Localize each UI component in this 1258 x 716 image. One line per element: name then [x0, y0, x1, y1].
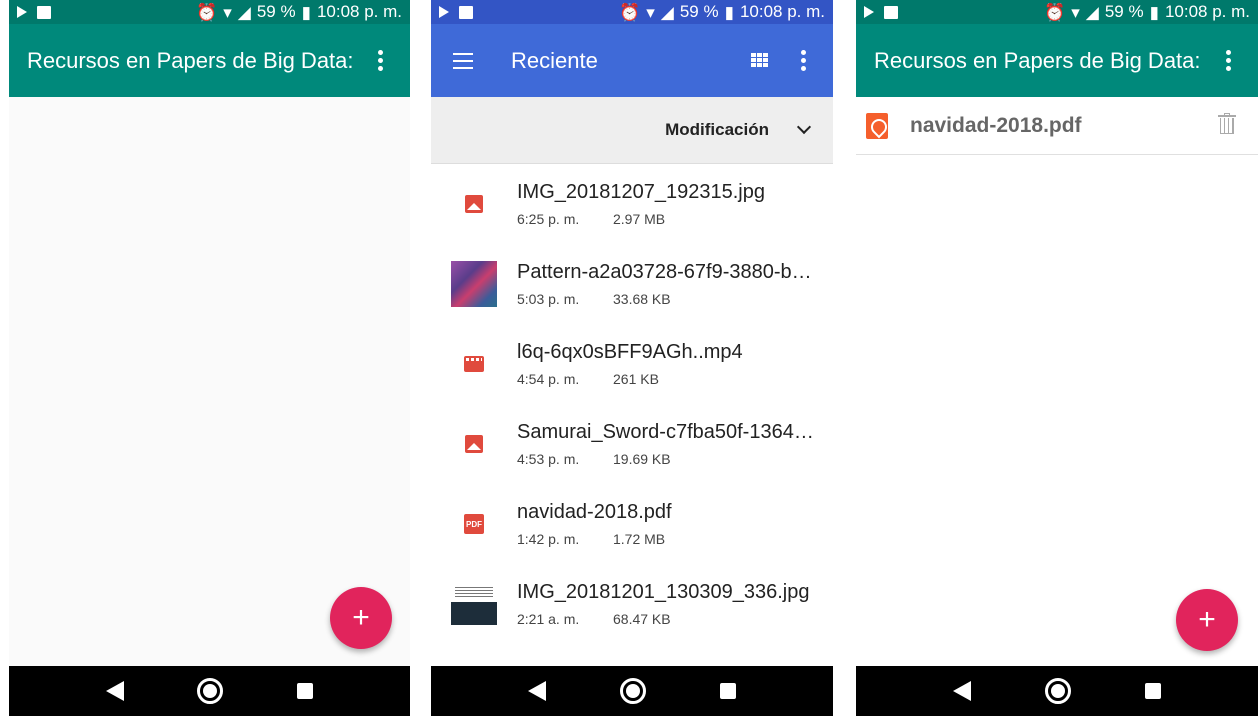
file-size: 33.68 KB	[613, 291, 671, 307]
play-notification-icon	[864, 6, 874, 18]
add-resource-button[interactable]: +	[330, 587, 392, 649]
sort-bar[interactable]: Modificación	[431, 97, 833, 164]
recents-icon[interactable]	[720, 683, 736, 699]
overflow-menu-icon[interactable]	[1216, 49, 1240, 73]
page-title: Recursos en Papers de Big Data:	[874, 47, 1201, 73]
file-size: 261 KB	[613, 371, 659, 387]
alarm-icon: ⏰	[196, 2, 218, 22]
file-row[interactable]: PDF navidad-2018.pdf 1:42 p. m. 1.72 MB	[431, 484, 833, 564]
home-icon[interactable]	[1045, 678, 1071, 704]
file-size: 19.69 KB	[613, 451, 671, 467]
app-bar: Reciente	[431, 24, 833, 97]
file-time: 5:03 p. m.	[517, 291, 580, 307]
app-bar: Recursos en Papers de Big Data:	[856, 24, 1258, 97]
image-notification-icon	[37, 5, 51, 19]
signal-icon: ◢	[660, 2, 674, 22]
battery-icon: ▮	[724, 2, 734, 22]
file-size: 1.72 MB	[613, 531, 666, 547]
file-size: 68.47 KB	[613, 611, 671, 627]
system-nav-bar	[856, 666, 1258, 716]
clock: 10:08 p. m.	[316, 2, 402, 21]
image-notification-icon	[459, 5, 473, 19]
file-row[interactable]: IMG_20181207_192315.jpg 6:25 p. m. 2.97 M…	[431, 164, 833, 244]
battery-percent: 59 %	[256, 2, 296, 21]
resource-list-item[interactable]: navidad-2018.pdf	[856, 97, 1258, 155]
image-icon	[465, 195, 483, 213]
play-notification-icon	[439, 6, 449, 18]
trash-icon[interactable]	[1218, 113, 1236, 135]
screen-resources-with-pdf: ⏰ ▾ ◢ 59 % ▮ 10:08 p. m. Recursos en Pap…	[856, 0, 1258, 716]
wifi-icon: ▾	[1071, 2, 1080, 22]
recents-icon[interactable]	[297, 683, 314, 699]
file-row[interactable]: l6q-6qx0sBFF9AGh..mp4 4:54 p. m. 261 KB	[431, 324, 833, 404]
chevron-down-icon[interactable]	[796, 119, 812, 135]
signal-icon: ◢	[237, 2, 251, 22]
file-time: 4:53 p. m.	[517, 451, 580, 467]
file-name: IMG_20181201_130309_336.jpg	[517, 581, 810, 603]
file-row[interactable]: Samurai_Sword-c7fba50f-1364… 4:53 p. m. 1…	[431, 404, 833, 484]
screen-file-picker: ⏰ ▾ ◢ 59 % ▮ 10:08 p. m. Reciente Modifi…	[431, 0, 833, 716]
wifi-icon: ▾	[223, 2, 232, 22]
file-time: 6:25 p. m.	[517, 211, 580, 227]
clock: 10:08 p. m.	[739, 2, 825, 21]
file-size: 2.97 MB	[613, 211, 666, 227]
clock: 10:08 p. m.	[1164, 2, 1250, 21]
back-icon[interactable]	[953, 681, 971, 701]
pattern-thumbnail	[451, 261, 497, 307]
home-icon[interactable]	[620, 678, 646, 704]
battery-percent: 59 %	[1104, 2, 1144, 21]
file-row[interactable]: Pattern-a2a03728-67f9-3880-b… 5:03 p. m.…	[431, 244, 833, 324]
app-bar: Recursos en Papers de Big Data:	[9, 24, 410, 97]
status-bar: ⏰ ▾ ◢ 59 % ▮ 10:08 p. m.	[856, 0, 1258, 24]
signal-icon: ◢	[1085, 2, 1099, 22]
back-icon[interactable]	[105, 681, 124, 701]
battery-icon: ▮	[301, 2, 311, 22]
resource-name: navidad-2018.pdf	[910, 113, 1082, 137]
battery-percent: 59 %	[679, 2, 719, 21]
recents-icon[interactable]	[1145, 683, 1161, 699]
file-name: IMG_20181207_192315.jpg	[517, 181, 765, 203]
file-time: 4:54 p. m.	[517, 371, 580, 387]
pdf-icon	[866, 112, 888, 139]
alarm-icon: ⏰	[1044, 2, 1066, 22]
system-nav-bar	[9, 666, 410, 716]
alarm-icon: ⏰	[619, 2, 641, 22]
screen-empty-resources: ⏰ ▾ ◢ 59 % ▮ 10:08 p. m. Recursos en Pap…	[9, 0, 410, 716]
movie-thumbnail	[451, 583, 497, 625]
menu-icon[interactable]	[453, 52, 473, 69]
status-bar: ⏰ ▾ ◢ 59 % ▮ 10:08 p. m.	[431, 0, 833, 24]
battery-icon: ▮	[1149, 2, 1159, 22]
add-resource-button[interactable]: +	[1176, 589, 1238, 651]
home-icon[interactable]	[197, 678, 224, 704]
file-name: navidad-2018.pdf	[517, 501, 672, 523]
back-icon[interactable]	[528, 681, 546, 701]
system-nav-bar	[431, 666, 833, 716]
file-list: IMG_20181207_192315.jpg 6:25 p. m. 2.97 M…	[431, 164, 833, 644]
image-notification-icon	[884, 5, 898, 19]
page-title: Recursos en Papers de Big Data:	[27, 47, 354, 73]
grid-view-icon[interactable]	[751, 52, 769, 69]
file-time: 2:21 a. m.	[517, 611, 580, 627]
file-time: 1:42 p. m.	[517, 531, 580, 547]
file-row[interactable]: IMG_20181201_130309_336.jpg 2:21 a. m. 68…	[431, 564, 833, 644]
file-name: Samurai_Sword-c7fba50f-1364…	[517, 421, 814, 443]
status-bar: ⏰ ▾ ◢ 59 % ▮ 10:08 p. m.	[9, 0, 410, 24]
play-notification-icon	[17, 6, 27, 18]
wifi-icon: ▾	[646, 2, 655, 22]
pdf-icon: PDF	[464, 514, 484, 534]
file-name: Pattern-a2a03728-67f9-3880-b…	[517, 261, 812, 283]
video-icon	[464, 356, 484, 372]
overflow-menu-icon[interactable]	[791, 49, 815, 73]
overflow-menu-icon[interactable]	[368, 49, 392, 73]
page-title: Reciente	[511, 47, 598, 73]
file-name: l6q-6qx0sBFF9AGh..mp4	[517, 341, 743, 363]
image-icon	[465, 435, 483, 453]
sort-label[interactable]: Modificación	[665, 120, 769, 140]
